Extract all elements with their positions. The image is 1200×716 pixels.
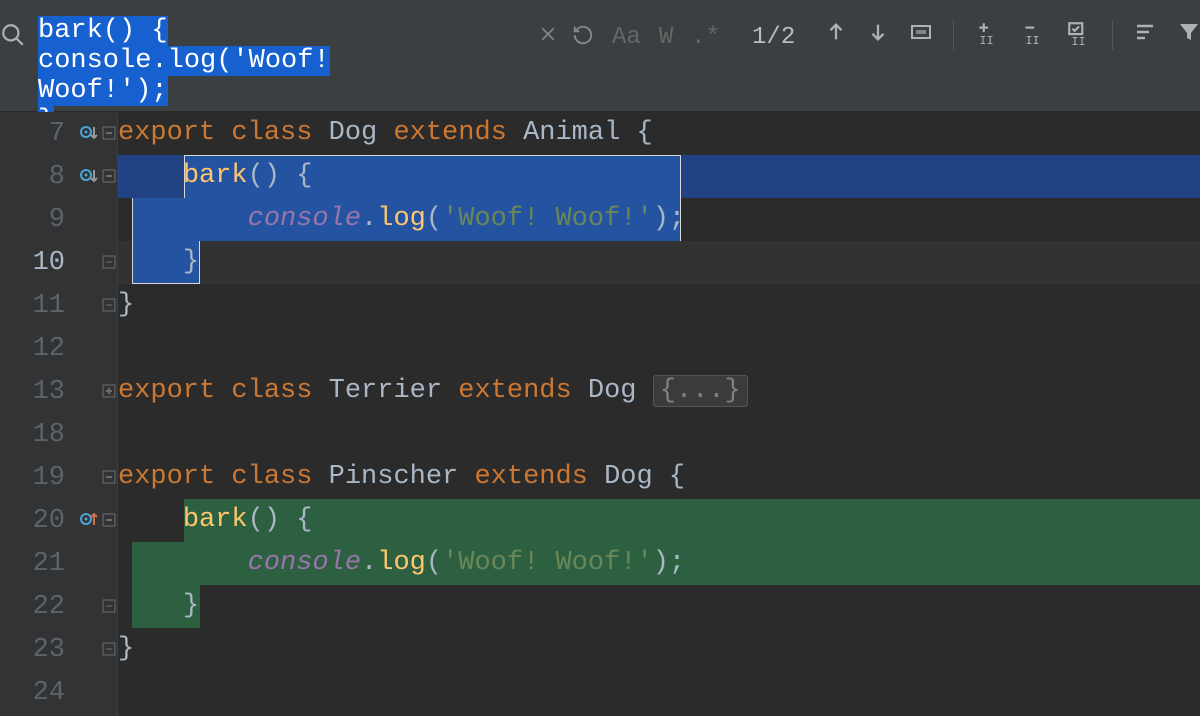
line-number: 8 (49, 162, 65, 192)
prev-match-icon[interactable] (825, 21, 847, 43)
nav-group (825, 20, 933, 44)
line-number: 11 (33, 291, 65, 321)
fold-end-icon[interactable] (102, 298, 118, 314)
gutter-line[interactable]: 7 (0, 112, 117, 155)
fold-plus-icon[interactable] (102, 384, 118, 400)
fold-end-icon[interactable] (102, 255, 118, 271)
find-options: Aa W .* (602, 0, 720, 111)
line-number: 18 (33, 420, 65, 450)
show-options-icon[interactable] (1133, 20, 1157, 44)
cursor-group: II II II (974, 20, 1092, 46)
search-icon-container (0, 0, 26, 111)
whole-word-toggle[interactable]: W (659, 24, 673, 51)
gutter-line[interactable]: 18 (0, 413, 117, 456)
folded-region[interactable]: {...} (653, 375, 748, 407)
gutter-line[interactable]: 19 (0, 456, 117, 499)
line-number: 13 (33, 377, 65, 407)
line-number: 12 (33, 334, 65, 364)
svg-text:II: II (980, 34, 994, 46)
select-all-icon[interactable] (909, 20, 933, 44)
gutter-line[interactable]: 13 (0, 370, 117, 413)
code-line: console.log('Woof! Woof!'); (118, 542, 1200, 585)
line-number: 21 (33, 549, 65, 579)
gutter-line[interactable]: 22 (0, 585, 117, 628)
toolbar-divider (953, 20, 954, 50)
line-number: 20 (33, 506, 65, 536)
code-line (118, 327, 1200, 370)
line-number: 23 (33, 635, 65, 665)
code-line: } (118, 241, 1200, 284)
gutter-line[interactable]: 12 (0, 327, 117, 370)
history-icon[interactable] (572, 24, 594, 46)
code-line: bark() { (118, 499, 1200, 542)
fold-minus-icon[interactable] (102, 126, 118, 142)
line-number: 19 (33, 463, 65, 493)
find-input[interactable]: bark() { console.log('Woof! Woof!'); } (26, 0, 602, 111)
select-all-occurrences-icon[interactable]: II (1066, 20, 1092, 46)
filter-icon[interactable] (1177, 20, 1200, 44)
override-down-icon[interactable] (79, 124, 99, 144)
gutter-line[interactable]: 8 (0, 155, 117, 198)
gutter: 7 8 9 10 11 12 13 18 19 20 21 22 23 (0, 112, 118, 716)
line-number: 9 (49, 205, 65, 235)
editor[interactable]: 7 8 9 10 11 12 13 18 19 20 21 22 23 (0, 112, 1200, 716)
remove-selection-icon[interactable]: II (1020, 20, 1046, 46)
code-area[interactable]: export class Dog extends Animal { bark()… (118, 112, 1200, 716)
code-line: } (118, 284, 1200, 327)
line-number: 7 (49, 119, 65, 149)
match-counter: 1/2 (720, 0, 795, 111)
search-icon[interactable] (0, 22, 26, 48)
find-toolbar-right: II II II (795, 0, 1200, 111)
code-line (118, 413, 1200, 456)
fold-minus-icon[interactable] (102, 513, 118, 529)
close-icon[interactable] (538, 24, 558, 46)
code-line: } (118, 585, 1200, 628)
code-line: export class Pinscher extends Dog { (118, 456, 1200, 499)
code-line (118, 671, 1200, 714)
find-query-line1: bark() { (38, 16, 168, 46)
find-input-actions (538, 24, 594, 46)
fold-minus-icon[interactable] (102, 470, 118, 486)
next-match-icon[interactable] (867, 21, 889, 43)
line-number: 22 (33, 592, 65, 622)
code-line: export class Terrier extends Dog {...} (118, 370, 1200, 413)
override-down-icon[interactable] (79, 167, 99, 187)
code-line: } (118, 628, 1200, 671)
fold-end-icon[interactable] (102, 642, 118, 658)
line-number: 10 (33, 248, 65, 278)
override-up-icon[interactable] (79, 511, 99, 531)
gutter-line[interactable]: 23 (0, 628, 117, 671)
fold-minus-icon[interactable] (102, 169, 118, 185)
fold-end-icon[interactable] (102, 599, 118, 615)
gutter-line[interactable]: 11 (0, 284, 117, 327)
svg-text:II: II (1026, 34, 1040, 46)
toolbar-divider (1112, 20, 1113, 50)
find-toolbar: bark() { console.log('Woof! Woof!'); } A… (0, 0, 1200, 112)
code-line: export class Dog extends Animal { (118, 112, 1200, 155)
line-number: 24 (33, 678, 65, 708)
add-selection-icon[interactable]: II (974, 20, 1000, 46)
gutter-line[interactable]: 21 (0, 542, 117, 585)
gutter-line[interactable]: 20 (0, 499, 117, 542)
gutter-line[interactable]: 10 (0, 241, 117, 284)
find-query-line2: console.log('Woof! Woof!'); (38, 46, 330, 106)
gutter-line[interactable]: 9 (0, 198, 117, 241)
svg-text:II: II (1072, 35, 1086, 46)
match-case-toggle[interactable]: Aa (612, 24, 641, 51)
regex-toggle[interactable]: .* (691, 24, 720, 51)
filter-group (1133, 20, 1200, 44)
gutter-line[interactable]: 24 (0, 671, 117, 714)
